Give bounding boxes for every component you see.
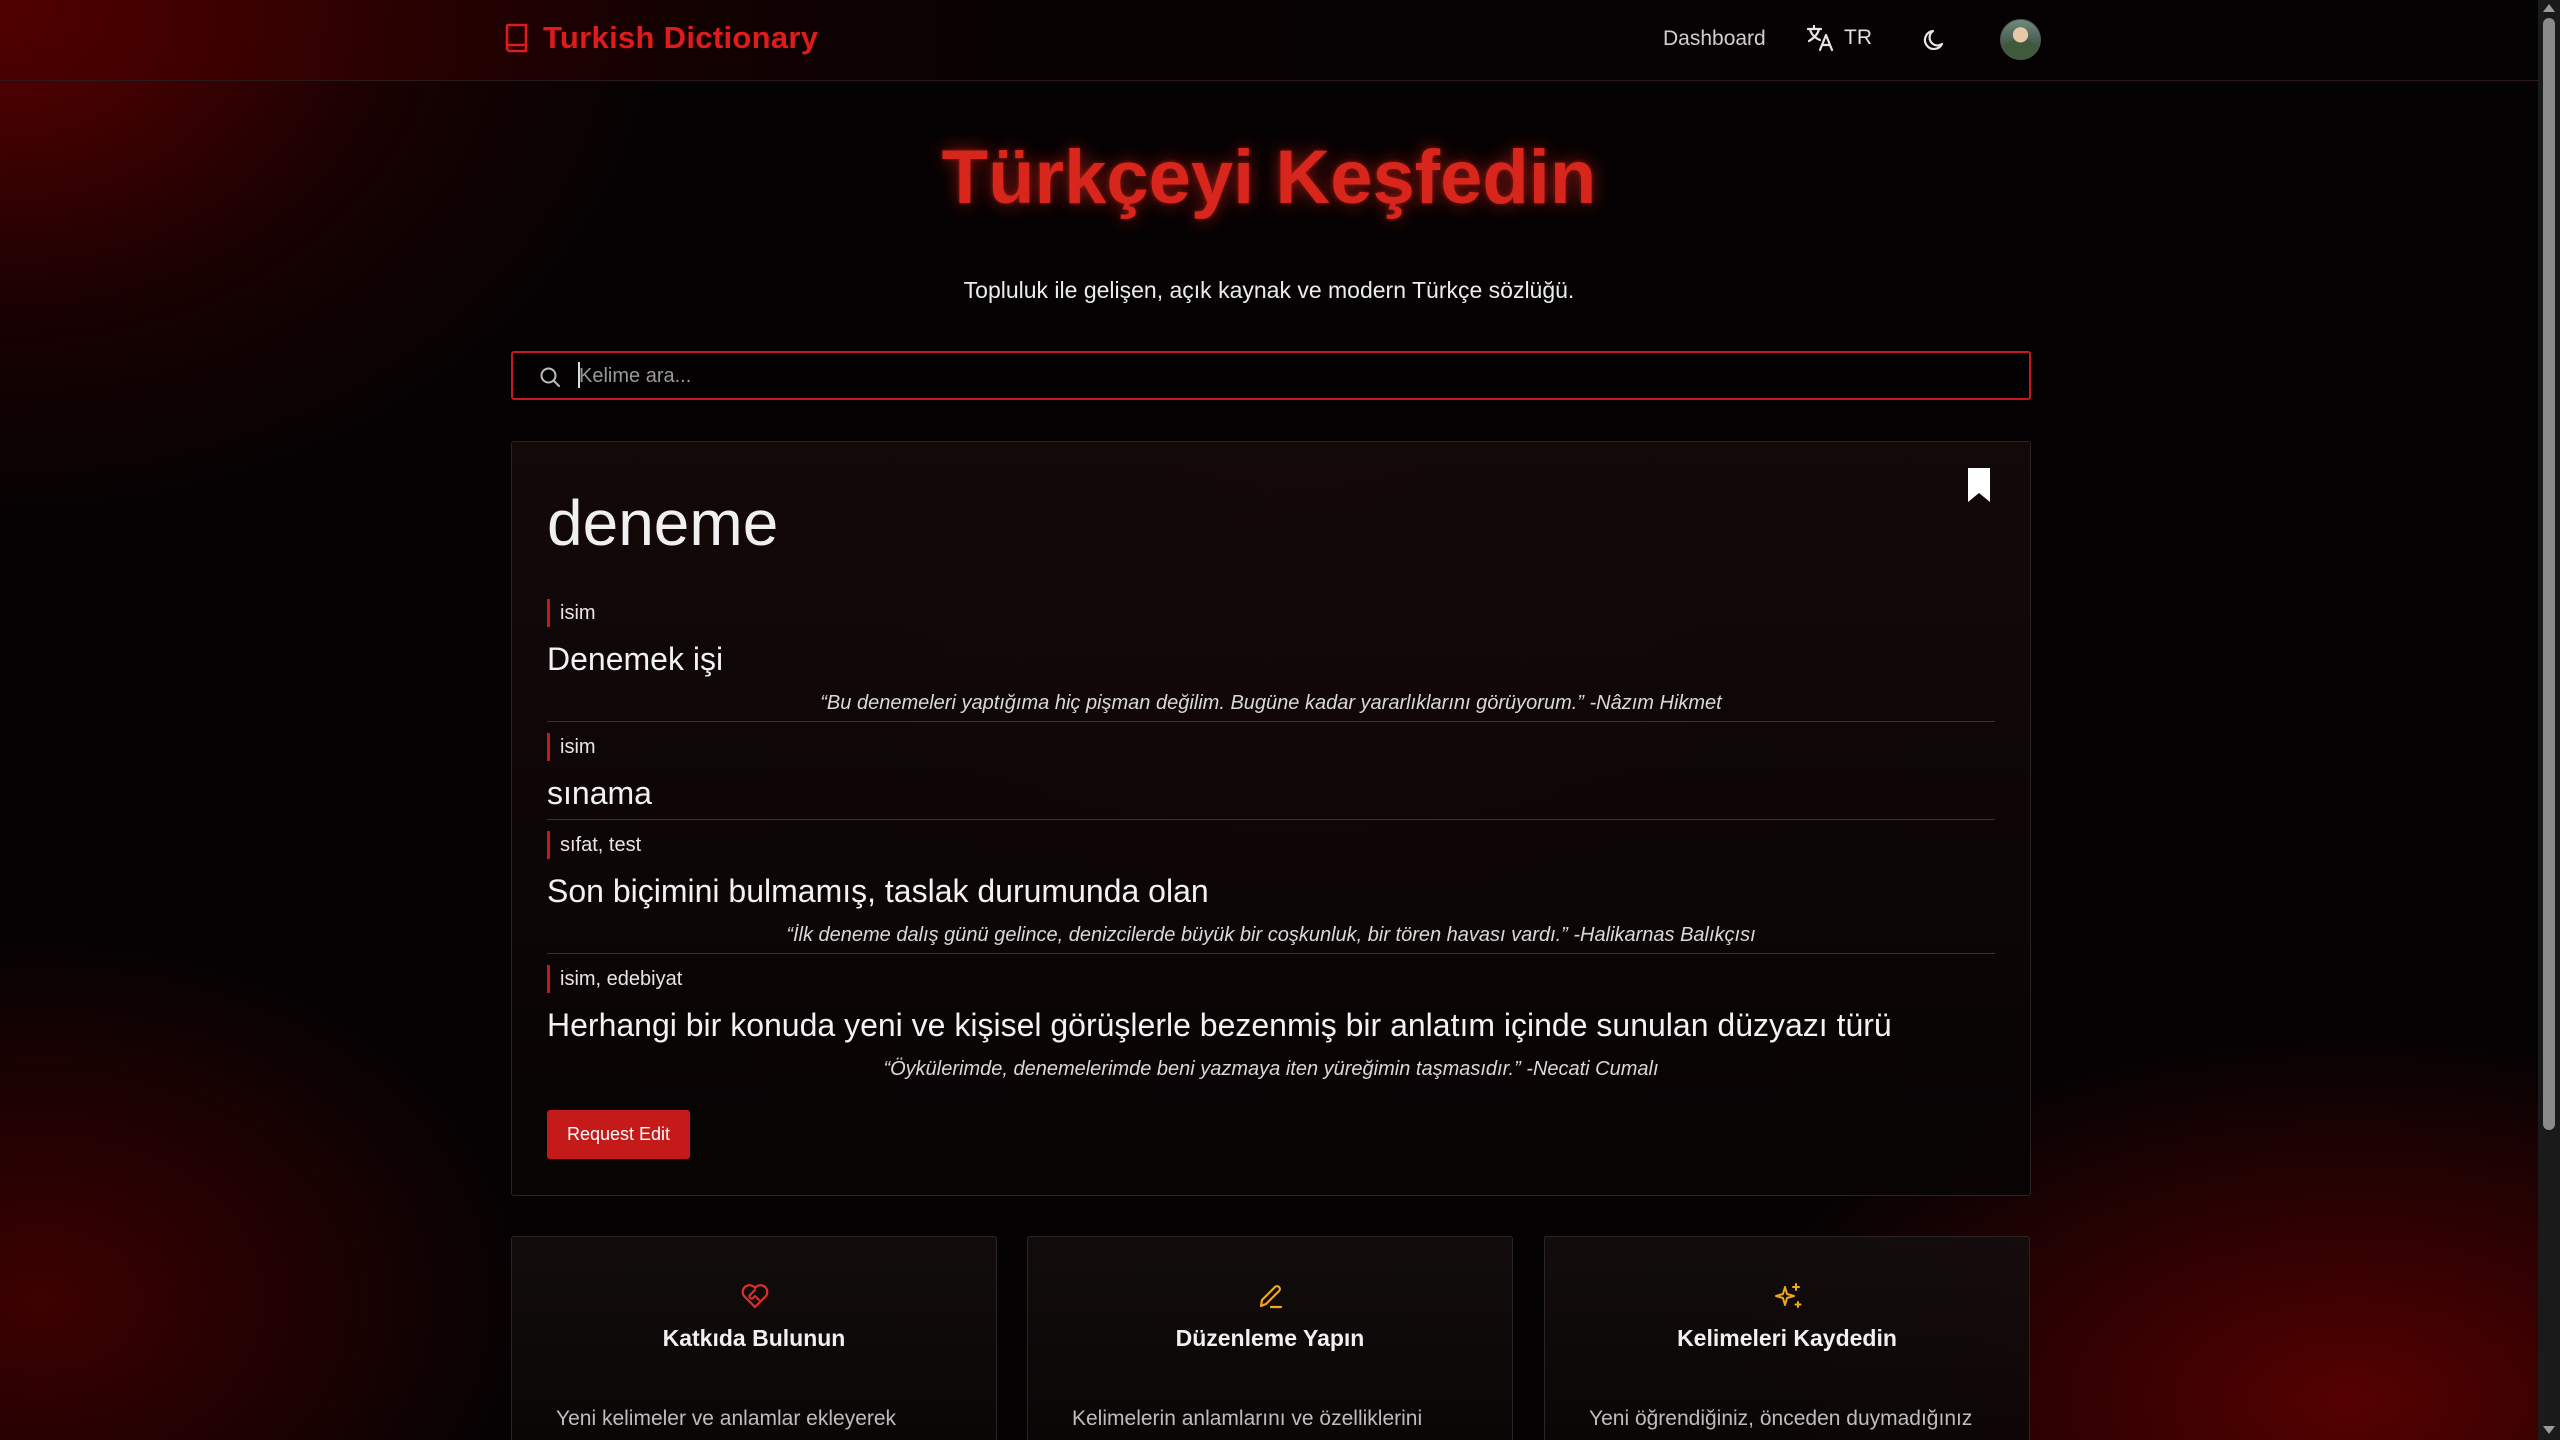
feature-description: Kelimelerin anlamlarını ve özelliklerini (1072, 1407, 1423, 1430)
brand-link[interactable]: Turkish Dictionary (503, 20, 818, 56)
sense-tag: isim (547, 733, 1995, 761)
hero-subtitle: Topluluk ile gelişen, açık kaynak ve mod… (963, 277, 1575, 303)
search-icon (540, 367, 560, 387)
bookmark-icon[interactable] (1964, 466, 1994, 504)
sense-quote: “Bu denemeleri yaptığıma hiç pişman deği… (820, 692, 1722, 714)
sense-tag: sıfat, test (547, 831, 1995, 859)
sense-definition: Denemek işi (547, 641, 724, 677)
book-icon (505, 23, 528, 53)
translate-icon (1806, 24, 1834, 52)
feature-description: Yeni kelimeler ve anlamlar ekleyerek (556, 1407, 897, 1430)
sense-tag: isim, edebiyat (547, 965, 1995, 993)
brand-title: Turkish Dictionary (543, 20, 819, 55)
word-card: deneme isim Denemek işi “Bu denemeleri y… (511, 441, 2031, 1196)
scroll-up-arrow-icon[interactable] (2543, 4, 2555, 12)
sense-definition: sınama (547, 775, 652, 811)
pencil-icon (1259, 1285, 1283, 1309)
sense-item: sıfat, test Son biçimini bulmamış, tasla… (547, 831, 1995, 947)
sense-tag: isim (547, 599, 1995, 627)
hero-title: Türkçeyi Keşfedin (941, 135, 1597, 220)
feature-description: Yeni öğrendiğiniz, önceden duymadığınız (1589, 1407, 1973, 1430)
text-cursor (578, 362, 580, 388)
word-title: deneme (547, 487, 779, 559)
top-navbar: Turkish Dictionary Dashboard TR (0, 0, 2538, 81)
search-input[interactable] (579, 359, 1999, 393)
sense-quote: “İlk deneme dalış günü gelince, denizcil… (786, 924, 1756, 946)
sense-quote: “Öykülerimde, denemelerimde beni yazmaya… (883, 1058, 1659, 1080)
feature-card-save: Kelimeleri Kaydedin Yeni öğrendiğiniz, ö… (1544, 1236, 2030, 1440)
request-edit-button[interactable]: Request Edit (547, 1110, 690, 1159)
sense-divider (547, 721, 1995, 722)
sense-divider (547, 953, 1995, 954)
language-label: TR (1844, 26, 1872, 49)
sense-definition: Son biçimini bulmamış, taslak durumunda … (547, 873, 1209, 909)
scrollbar-thumb[interactable] (2543, 18, 2555, 1130)
nav-dashboard-link[interactable]: Dashboard (1663, 27, 1766, 51)
feature-card-edit: Düzenleme Yapın Kelimelerin anlamlarını … (1027, 1236, 1513, 1440)
moon-icon[interactable] (1920, 24, 1952, 56)
sparkles-icon (1775, 1283, 1802, 1308)
feature-title: Düzenleme Yapın (1175, 1325, 1365, 1351)
scroll-down-arrow-icon[interactable] (2543, 1426, 2555, 1434)
sense-item: isim Denemek işi “Bu denemeleri yaptığım… (547, 599, 1995, 715)
language-switcher[interactable]: TR (1804, 22, 1872, 54)
sense-item: isim, edebiyat Herhangi bir konuda yeni … (547, 965, 1995, 1081)
heart-handshake-icon (741, 1284, 769, 1309)
search-bar[interactable] (511, 351, 2031, 400)
user-avatar[interactable] (2000, 19, 2041, 60)
feature-title: Kelimeleri Kaydedin (1677, 1325, 1897, 1351)
sense-definition: Herhangi bir konuda yeni ve kişisel görü… (547, 1007, 1892, 1043)
sense-divider (547, 819, 1995, 820)
feature-title: Katkıda Bulunun (662, 1325, 846, 1351)
feature-card-contribute: Katkıda Bulunun Yeni kelimeler ve anlaml… (511, 1236, 997, 1440)
sense-item: isim sınama (547, 733, 1995, 812)
